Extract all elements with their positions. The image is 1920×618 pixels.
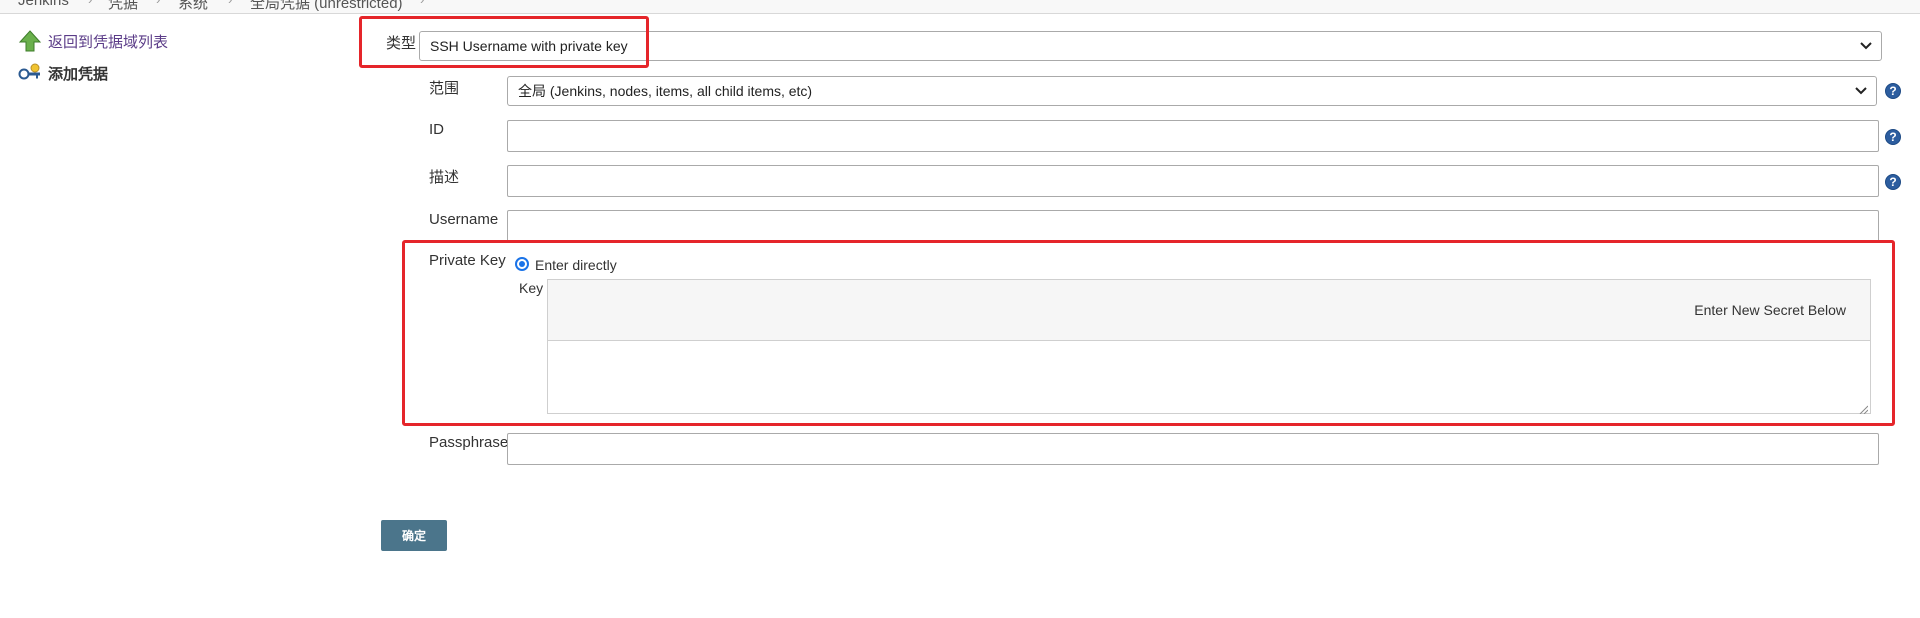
scope-label: 范围 (429, 80, 460, 97)
breadcrumb-item-credentials[interactable]: 凭据 (108, 0, 138, 13)
breadcrumb-item-system[interactable]: 系统 (178, 0, 208, 13)
username-label: Username (429, 211, 499, 228)
help-icon[interactable]: ? (1885, 174, 1901, 190)
highlight-box-kind (359, 16, 649, 68)
username-field[interactable] (507, 210, 1879, 242)
ok-button[interactable]: 确定 (381, 520, 447, 551)
id-field[interactable] (507, 120, 1879, 152)
arrow-up-icon (18, 29, 42, 53)
scope-select[interactable]: 全局 (Jenkins, nodes, items, all child ite… (507, 76, 1877, 106)
help-icon[interactable]: ? (1885, 83, 1901, 99)
id-label: ID (429, 121, 444, 138)
sidebar-item-label: 添加凭据 (48, 65, 109, 83)
breadcrumb-separator: › (228, 0, 232, 7)
key-icon (18, 61, 42, 85)
description-field[interactable] (507, 165, 1879, 197)
breadcrumb: Jenkins › 凭据 › 系统 › 全局凭据 (unrestricted) … (0, 0, 1920, 14)
scope-select-value: 全局 (Jenkins, nodes, items, all child ite… (518, 83, 813, 99)
passphrase-field[interactable] (507, 433, 1879, 465)
highlight-box-private-key (402, 240, 1895, 426)
breadcrumb-item-global[interactable]: 全局凭据 (unrestricted) (250, 0, 403, 13)
sidebar-item-label: 返回到凭据域列表 (48, 33, 169, 51)
chevron-down-icon (1859, 38, 1873, 54)
sidebar-item-back[interactable]: 返回到凭据域列表 (18, 29, 168, 53)
sidebar-item-add-credentials[interactable]: 添加凭据 (18, 61, 108, 85)
description-label: 描述 (429, 169, 460, 186)
breadcrumb-item-jenkins[interactable]: Jenkins (18, 0, 69, 9)
chevron-down-icon (1854, 83, 1868, 99)
breadcrumb-separator: › (420, 0, 424, 7)
breadcrumb-separator: › (156, 0, 160, 7)
help-icon[interactable]: ? (1885, 129, 1901, 145)
breadcrumb-separator: › (88, 0, 92, 7)
passphrase-label: Passphrase (429, 434, 509, 451)
